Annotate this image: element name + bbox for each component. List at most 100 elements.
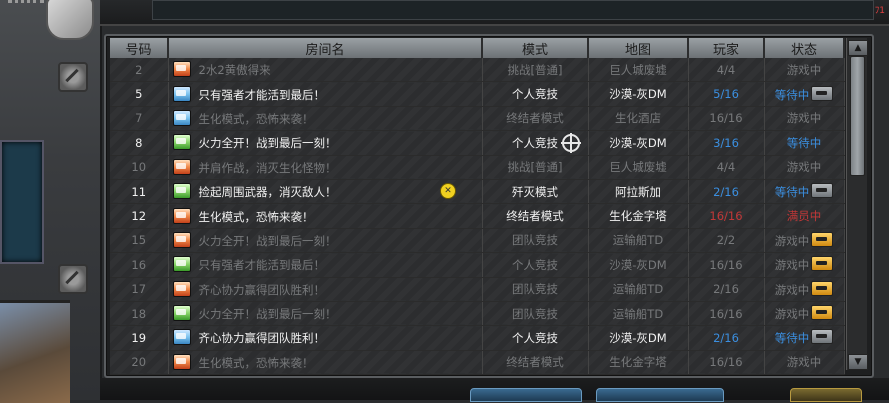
- column-header-room-name[interactable]: 房间名: [168, 38, 483, 58]
- table-row[interactable]: 17 齐心协力赢得团队胜利！ 团队竞技 运输船TD 2/16 游戏中: [110, 277, 845, 302]
- lock-badge-icon: [811, 280, 834, 296]
- table-row[interactable]: 11 捡起周围武器，消灭敌人！ 歼灭模式 阿拉斯加 2/16 等待中: [110, 179, 845, 205]
- room-mode: 歼灭模式: [482, 179, 589, 205]
- room-mode: 终结者模式: [482, 106, 589, 132]
- table-row[interactable]: 16 只有强者才能活到最后！ 个人竞技 沙漠-灰DM 16/16 游戏中: [110, 252, 845, 278]
- room-name: 生化模式，恐怖来袭！: [198, 355, 314, 370]
- room-name-cell: 火力全开！战到最后一刻！: [168, 301, 483, 327]
- left-frame: [0, 0, 102, 403]
- room-map: 沙漠-灰DM: [588, 325, 689, 351]
- room-number: 16: [110, 252, 169, 278]
- column-header-mode[interactable]: 模式: [482, 38, 589, 58]
- room-mode: 个人竞技: [482, 81, 589, 107]
- room-list-panel: 号码 房间名 模式 地图 玩家 状态 2 2水2黄傲得来 挑战[普通] 巨人城废墟 4/…: [104, 34, 874, 378]
- table-row[interactable]: 8 火力全开！战到最后一刻！ 个人竞技 沙漠-灰DM 3/16 等待中: [110, 130, 845, 156]
- room-players: 2/16: [688, 179, 765, 205]
- room-mode: 挑战[普通]: [482, 58, 589, 83]
- room-mode: 挑战[普通]: [482, 155, 589, 180]
- room-status-cell: 游戏中: [764, 228, 845, 254]
- room-name-cell: 火力全开！战到最后一刻！: [168, 228, 483, 254]
- room-status: 等待中: [774, 331, 810, 346]
- room-status: 等待中: [786, 135, 822, 150]
- room-players: 2/16: [688, 277, 765, 302]
- column-header-number[interactable]: 号码: [110, 38, 169, 58]
- room-name-cell: 并肩作战，消灭生化怪物！: [168, 155, 483, 180]
- room-list-scrollbar[interactable]: ▲ ▼: [846, 38, 868, 370]
- side-slot: [0, 140, 44, 264]
- column-header-players[interactable]: 玩家: [688, 38, 765, 58]
- room-map: 巨人城废墟: [588, 58, 689, 83]
- chain-decoration: [8, 0, 44, 13]
- room-status: 满员中: [786, 209, 822, 224]
- spectate-badge-icon: [811, 329, 834, 345]
- room-status: 游戏中: [786, 160, 822, 175]
- room-map: 生化金字塔: [588, 350, 689, 376]
- lock-badge-icon: [811, 305, 834, 321]
- room-type-icon: [172, 329, 191, 346]
- room-status: 等待中: [774, 87, 810, 102]
- room-table: 号码 房间名 模式 地图 玩家 状态 2 2水2黄傲得来 挑战[普通] 巨人城废墟 4/…: [110, 38, 845, 376]
- table-row[interactable]: 12 生化模式，恐怖来袭！ 终结者模式 生化金字塔 16/16 满员中: [110, 203, 845, 229]
- table-row[interactable]: 10 并肩作战，消灭生化怪物！ 挑战[普通] 巨人城废墟 4/4 游戏中: [110, 155, 845, 180]
- room-map: 生化酒店: [588, 106, 689, 132]
- room-status-cell: 游戏中: [764, 58, 845, 83]
- room-mode: 团队竞技: [482, 228, 589, 254]
- column-header-map[interactable]: 地图: [588, 38, 689, 58]
- room-players: 16/16: [688, 252, 765, 278]
- room-map: 沙漠-灰DM: [588, 252, 689, 278]
- room-status-cell: 等待中: [764, 325, 845, 351]
- room-map: 巨人城废墟: [588, 155, 689, 180]
- room-name-cell: 捡起周围武器，消灭敌人！: [168, 179, 483, 205]
- table-row[interactable]: 7 生化模式，恐怖来袭！ 终结者模式 生化酒店 16/16 游戏中: [110, 106, 845, 132]
- room-name: 火力全开！战到最后一刻！: [198, 233, 337, 248]
- room-number: 7: [110, 106, 169, 132]
- room-number: 2: [110, 58, 169, 83]
- room-map: 阿拉斯加: [588, 179, 689, 205]
- room-status-cell: 游戏中: [764, 106, 845, 132]
- room-name: 只有强者才能活到最后！: [198, 258, 326, 273]
- room-status-cell: 游戏中: [764, 252, 845, 278]
- table-row[interactable]: 20 生化模式，恐怖来袭！ 终结者模式 生化金字塔 16/16 游戏中: [110, 350, 845, 376]
- room-type-icon: [172, 207, 191, 224]
- room-mode: 个人竞技: [482, 325, 589, 351]
- room-number: 15: [110, 228, 169, 254]
- room-players: 2/16: [688, 325, 765, 351]
- room-number: 10: [110, 155, 169, 180]
- table-row[interactable]: 2 2水2黄傲得来 挑战[普通] 巨人城废墟 4/4 游戏中: [110, 58, 845, 83]
- room-type-icon: [172, 280, 191, 297]
- room-status-cell: 等待中: [764, 130, 845, 156]
- scroll-up-icon[interactable]: ▲: [848, 40, 868, 56]
- room-mode: 团队竞技: [482, 277, 589, 302]
- room-number: 5: [110, 81, 169, 107]
- lock-badge-icon: [811, 231, 834, 247]
- room-type-icon: [172, 231, 191, 248]
- room-name: 生化模式，恐怖来袭！: [198, 209, 314, 224]
- table-row[interactable]: 18 火力全开！战到最后一刻！ 团队竞技 运输船TD 16/16 游戏中: [110, 301, 845, 327]
- lock-badge-icon: [811, 256, 834, 272]
- room-number: 18: [110, 301, 169, 327]
- room-status: 游戏中: [774, 233, 810, 248]
- room-number: 20: [110, 350, 169, 376]
- table-row[interactable]: 5 只有强者才能活到最后！ 个人竞技 沙漠-灰DM 5/16 等待中: [110, 81, 845, 107]
- room-name: 火力全开！战到最后一刻！: [198, 307, 337, 322]
- character-art: [0, 300, 70, 403]
- table-row[interactable]: 19 齐心协力赢得团队胜利！ 个人竞技 沙漠-灰DM 2/16 等待中: [110, 325, 845, 351]
- room-name-cell: 火力全开！战到最后一刻！: [168, 130, 483, 156]
- column-header-status[interactable]: 状态: [764, 38, 845, 58]
- room-mode: 个人竞技: [482, 252, 589, 278]
- room-name-cell: 只有强者才能活到最后！: [168, 252, 483, 278]
- room-map: 生化金字塔: [588, 203, 689, 229]
- top-strip: ﾌ1: [100, 0, 889, 26]
- room-name: 生化模式，恐怖来袭！: [198, 111, 314, 126]
- room-number: 19: [110, 325, 169, 351]
- room-name: 并肩作战，消灭生化怪物！: [198, 160, 337, 175]
- room-status-cell: 等待中: [764, 81, 845, 107]
- scroll-thumb[interactable]: [850, 56, 865, 176]
- room-players: 16/16: [688, 301, 765, 327]
- room-number: 17: [110, 277, 169, 302]
- table-row[interactable]: 15 火力全开！战到最后一刻！ 团队竞技 运输船TD 2/2 游戏中: [110, 228, 845, 254]
- scroll-down-icon[interactable]: ▼: [848, 354, 868, 370]
- yellow-close-marker-icon[interactable]: ✕: [440, 183, 456, 199]
- table-header-row: 号码 房间名 模式 地图 玩家 状态: [110, 38, 845, 58]
- room-name: 齐心协力赢得团队胜利！: [198, 331, 326, 346]
